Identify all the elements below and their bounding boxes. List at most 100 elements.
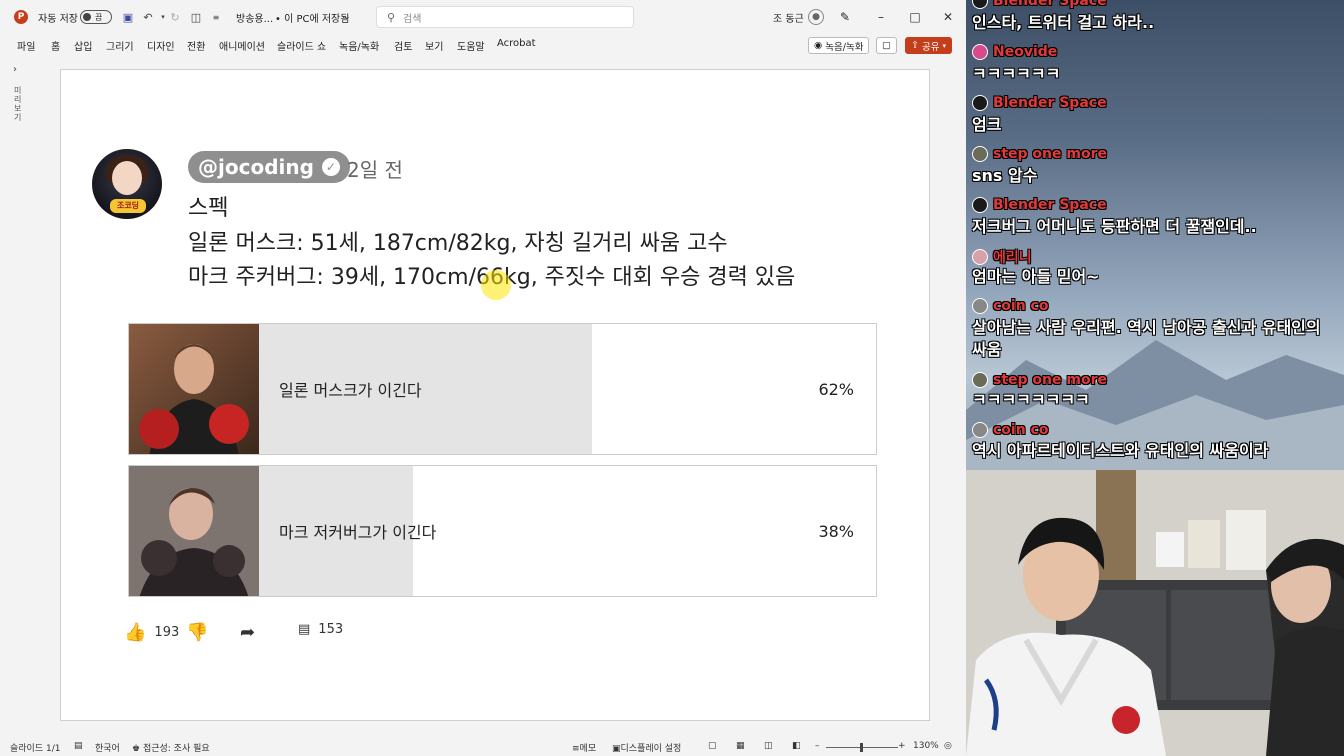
user-badge-icon (972, 95, 988, 111)
accessibility-icon: ♚ (132, 744, 143, 754)
close-icon[interactable]: ✕ (931, 0, 965, 34)
accessibility-status[interactable]: ♚ 접근성: 조사 필요 (132, 741, 210, 754)
chat-username: step one more (972, 372, 1107, 388)
present-icon[interactable]: ◫ (188, 0, 204, 34)
comments-button[interactable]: ▢ (876, 37, 897, 54)
chat-message-text: 엄크 (972, 115, 1002, 134)
like-button[interactable]: 👍 193 (124, 622, 179, 643)
autosave-toggle[interactable]: 끔 (80, 0, 112, 34)
user-badge-icon (972, 44, 988, 60)
powerpoint-window: P 자동 저장 끔 ▣ ↶ ▾ ↻ ◫ ≡ 방송용... • 이 PC에 저장됨… (0, 0, 966, 756)
notes-button[interactable]: ≡메모 (572, 741, 596, 754)
chat-username: Blender Space (972, 0, 1107, 9)
chat-message-text: 인스타, 트위터 걸고 하라.. (972, 13, 1155, 32)
share-button[interactable]: ⇧ 공유 ▾ (905, 37, 952, 54)
user-avatar-icon[interactable]: ● (808, 0, 824, 34)
chat-message-text: sns 압수 (972, 166, 1038, 185)
spellcheck-icon[interactable]: ▤ (74, 741, 83, 751)
comments-link[interactable]: ▤ 153 (298, 622, 343, 637)
ribbon-tabs: 파일 홈 삽입 그리기 디자인 전환 애니메이션 슬라이드 쇼 녹음/녹화 검토… (0, 34, 966, 56)
tab-help[interactable]: 도움말 (457, 38, 485, 53)
chat-username: step one more (972, 146, 1107, 162)
poll-option-zuckerberg[interactable]: 마크 저커버그가 이긴다 38% (128, 465, 877, 597)
user-badge-icon (972, 197, 988, 213)
tab-acrobat[interactable]: Acrobat (497, 38, 536, 49)
language[interactable]: 한국어 (95, 741, 120, 754)
user-badge-icon (972, 298, 988, 314)
tab-file[interactable]: 파일 (17, 38, 35, 53)
expand-panel-icon[interactable]: › (13, 64, 17, 75)
status-bar: 슬라이드 1/1 ▤ 한국어 ♚ 접근성: 조사 필요 ≡메모 ▣디스플레이 설… (0, 738, 966, 756)
tab-slideshow[interactable]: 슬라이드 쇼 (277, 38, 326, 53)
notes-icon: ≡ (572, 744, 580, 754)
tab-view[interactable]: 보기 (425, 38, 443, 53)
slide-canvas[interactable]: 조코딩 @jocoding ✓ 2일 전 스펙 일론 머스크: 51세, 187… (60, 69, 930, 721)
user-name[interactable]: 조 동근 (773, 0, 804, 34)
search-input[interactable]: ⚲ 검색 (376, 6, 634, 28)
avatar-tag: 조코딩 (110, 199, 146, 213)
customize-toolbar-icon[interactable]: ≡ (208, 0, 224, 34)
chat-message-text: ㅋㅋㅋㅋㅋㅋㅋㅋ (972, 390, 1090, 409)
display-settings-button[interactable]: ▣디스플레이 설정 (612, 741, 681, 754)
save-icon[interactable]: ▣ (120, 0, 136, 34)
monitor-icon: ▣ (612, 744, 621, 754)
minimize-icon[interactable]: – (864, 0, 898, 34)
zoom-level[interactable]: 130% (913, 741, 939, 751)
slide-sorter-icon[interactable]: ▦ (736, 741, 745, 751)
post-line-musk: 일론 머스크: 51세, 187cm/82kg, 자칭 길거리 싸움 고수 (188, 231, 728, 256)
musk-photo (129, 324, 259, 454)
user-badge-icon (972, 422, 988, 438)
chat-username: coin co (972, 298, 1048, 314)
thumbs-down-icon: 👎 (186, 622, 209, 643)
zuckerberg-photo (129, 466, 259, 596)
chevron-down-icon[interactable]: ⌄ (343, 0, 351, 34)
document-title[interactable]: 방송용... (236, 0, 273, 34)
redo-icon[interactable]: ↻ (167, 0, 183, 34)
tab-home[interactable]: 홈 (51, 38, 60, 53)
share-post-button[interactable]: ➦ (240, 622, 255, 643)
slideshow-icon[interactable]: ◧ (792, 741, 801, 751)
user-badge-icon (972, 0, 988, 9)
user-badge-icon (972, 249, 988, 265)
post-time: 2일 전 (347, 158, 403, 182)
tab-design[interactable]: 디자인 (147, 38, 175, 53)
dislike-button[interactable]: 👎 (186, 622, 208, 643)
tab-record[interactable]: 녹음/녹화 (339, 38, 379, 53)
record-button[interactable]: ◉ 녹음/녹화 (808, 37, 870, 54)
normal-view-icon[interactable]: ▢ (708, 741, 717, 751)
webcam-feed (966, 470, 1344, 756)
tab-insert[interactable]: 삽입 (74, 38, 92, 53)
chat-message-text: 저크버그 어머니도 등판하면 더 꿀잼인데.. (972, 217, 1257, 236)
poll-percent: 62% (818, 379, 854, 399)
undo-icon[interactable]: ↶ (140, 0, 156, 34)
tab-animations[interactable]: 애니메이션 (219, 38, 265, 53)
autosave-label: 자동 저장 (38, 13, 78, 25)
tab-review[interactable]: 검토 (394, 38, 412, 53)
zoom-slider-handle[interactable] (860, 743, 863, 752)
channel-handle: @jocoding ✓ (188, 151, 350, 183)
search-icon: ⚲ (387, 10, 396, 24)
record-icon: ◉ (814, 40, 823, 51)
user-badge-icon (972, 146, 988, 162)
chat-username: Neovide (972, 44, 1057, 60)
zoom-out-icon[interactable]: – (815, 741, 820, 751)
avatar: 조코딩 (92, 149, 162, 219)
chat-username: 에리니 (972, 247, 1032, 267)
search-placeholder: 검색 (403, 13, 422, 25)
fit-to-window-icon[interactable]: ◎ (944, 741, 952, 751)
chat-message-text: 역시 아파르테이티스트와 유태인의 싸움이라 (972, 441, 1269, 460)
poll-option-musk[interactable]: 일론 머스크가 이긴다 62% (128, 323, 877, 455)
cursor-highlight (481, 270, 511, 300)
share-icon: ⇧ (911, 40, 919, 51)
comment-icon: ▤ (298, 622, 311, 637)
pen-icon[interactable]: ✎ (840, 0, 850, 34)
tab-draw[interactable]: 그리기 (106, 38, 134, 53)
reading-view-icon[interactable]: ◫ (764, 741, 773, 751)
thumbnail-label: 미리 보기 (14, 86, 22, 122)
maximize-icon[interactable]: □ (898, 0, 932, 34)
save-location[interactable]: • 이 PC에 저장됨 (275, 0, 349, 34)
thumbs-up-icon: 👍 (124, 622, 147, 643)
tab-transitions[interactable]: 전환 (187, 38, 205, 53)
zoom-in-icon[interactable]: + (898, 741, 906, 751)
poll-percent: 38% (818, 521, 854, 541)
